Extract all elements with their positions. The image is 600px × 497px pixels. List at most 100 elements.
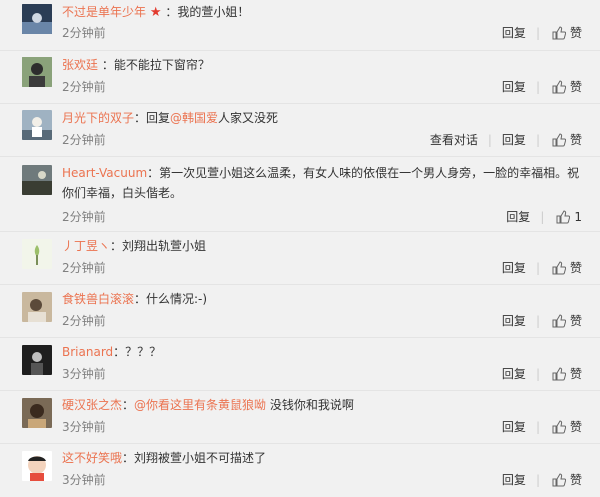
comment-time: 2分钟前 [62,314,106,328]
thumb-up-icon [552,260,566,274]
comment-text: ：刘翔出轨萱小姐 [110,239,207,253]
comment-time: 3分钟前 [62,420,106,434]
comment-text: 人家又没死 [218,111,279,125]
comment-text-prefix: ： [122,398,135,412]
comment-text: ：能不能拉下窗帘？ [101,58,210,72]
divider: | [535,25,540,40]
avatar[interactable] [22,4,52,34]
comment-username[interactable]: Brianard [62,345,113,359]
comment-text: ：？？？ [113,345,162,359]
comment-time: 2分钟前 [62,80,106,94]
reply-button[interactable]: 回复 [502,365,526,382]
mention-link[interactable]: @韩国爱 [170,111,218,125]
like-button[interactable]: 赞 [552,24,582,41]
comment-list: 不过是单年少年 ★ ：我的萱小姐！ 2分钟前 回复 | 赞 张欢廷 ：能不能拉下… [0,0,600,497]
comment-text-prefix: ：回复 [134,111,171,125]
comment-username[interactable]: 不过是单年少年 [62,5,146,19]
thumb-up-icon [552,313,566,327]
comment-text: ：刘翔被萱小姐不可描述了 [122,451,267,465]
like-button[interactable]: 赞 [552,259,582,276]
like-button[interactable]: 赞 [552,418,582,435]
avatar[interactable] [22,398,52,428]
avatar[interactable] [22,292,52,322]
divider: | [535,79,540,94]
comment-username[interactable]: 食铁兽白滚滚 [62,292,134,306]
comment-username[interactable]: 这不好笑哦 [62,451,122,465]
avatar-image-icon [22,292,52,322]
comment-item: 丿丁昱ヽ：刘翔出轨萱小姐 2分钟前 回复 | 赞 [0,232,600,285]
reply-button[interactable]: 回复 [506,208,530,225]
avatar[interactable] [22,451,52,481]
avatar[interactable] [22,110,52,140]
comment-item: Brianard：？？？ 3分钟前 回复 | 赞 [0,338,600,391]
comment-username[interactable]: Heart-Vacuum [62,166,147,180]
view-conversation-button[interactable]: 查看对话 [430,131,478,148]
like-button[interactable]: 赞 [552,471,582,488]
divider: | [540,209,545,224]
thumb-up-icon [552,419,566,433]
like-label: 赞 [569,473,582,487]
avatar[interactable] [22,57,52,87]
comment-text: 没钱你和我说啊 [266,398,354,412]
mention-link[interactable]: @你看这里有条黄鼠狼呦 [134,398,266,412]
comment-time: 3分钟前 [62,367,106,381]
thumb-up-icon [552,25,566,39]
comment-time: 3分钟前 [62,473,106,487]
comment-text: ：什么情况:-) [134,292,208,306]
avatar-image-icon [22,57,52,87]
comment-time: 2分钟前 [62,261,106,275]
thumb-up-icon [552,472,566,486]
avatar[interactable] [22,239,52,269]
like-label: 赞 [569,367,582,381]
reply-button[interactable]: 回复 [502,24,526,41]
avatar-image-icon [22,239,52,269]
reply-button[interactable]: 回复 [502,471,526,488]
avatar-image-icon [22,110,52,140]
divider: | [535,260,540,275]
comment-item: 硬汉张之杰：@你看这里有条黄鼠狼呦 没钱你和我说啊 3分钟前 回复 | 赞 [0,391,600,444]
reply-button[interactable]: 回复 [502,259,526,276]
comment-username[interactable]: 硬汉张之杰 [62,398,122,412]
like-button[interactable]: 赞 [552,365,582,382]
reply-button[interactable]: 回复 [502,131,526,148]
comment-username[interactable]: 丿丁昱ヽ [62,239,110,253]
comment-item: 张欢廷 ：能不能拉下窗帘？ 2分钟前 回复 | 赞 [0,51,600,104]
reply-button[interactable]: 回复 [502,312,526,329]
comment-username[interactable]: 张欢廷 [62,58,98,72]
comment-time: 2分钟前 [62,26,106,40]
like-button[interactable]: 赞 [552,131,582,148]
comment-item: 食铁兽白滚滚：什么情况:-) 2分钟前 回复 | 赞 [0,285,600,338]
divider: | [535,132,540,147]
divider: | [487,132,492,147]
comment-time: 2分钟前 [62,133,106,147]
comment-text: ：我的萱小姐！ [165,5,250,19]
comment-time: 2分钟前 [62,210,106,224]
avatar[interactable] [22,165,52,195]
avatar-image-icon [22,451,52,481]
comment-username[interactable]: 月光下的双子 [62,111,134,125]
like-label: 赞 [569,420,582,434]
comment-item: 月光下的双子：回复@韩国爱人家又没死 2分钟前 查看对话 | 回复 | 赞 [0,104,600,157]
vip-star-icon: ★ [149,5,162,20]
thumb-up-icon [552,132,566,146]
comment-item: 不过是单年少年 ★ ：我的萱小姐！ 2分钟前 回复 | 赞 [0,0,600,51]
avatar[interactable] [22,345,52,375]
reply-button[interactable]: 回复 [502,78,526,95]
comment-item: Heart-Vacuum：第一次见萱小姐这么温柔，有女人味的依偎在一个男人身旁，… [0,157,600,232]
divider: | [535,419,540,434]
divider: | [535,472,540,487]
avatar-image-icon [22,4,52,34]
thumb-up-icon [552,366,566,380]
divider: | [535,366,540,381]
reply-button[interactable]: 回复 [502,418,526,435]
like-button[interactable]: 1 [556,210,582,224]
thumb-up-icon [556,209,571,223]
thumb-up-icon [552,79,566,93]
avatar-image-icon [22,398,52,428]
like-label: 赞 [569,80,582,94]
like-button[interactable]: 赞 [552,78,582,95]
comment-item: 这不好笑哦：刘翔被萱小姐不可描述了 3分钟前 回复 | 赞 [0,444,600,497]
like-button[interactable]: 赞 [552,312,582,329]
divider: | [535,313,540,328]
like-label: 赞 [569,133,582,147]
